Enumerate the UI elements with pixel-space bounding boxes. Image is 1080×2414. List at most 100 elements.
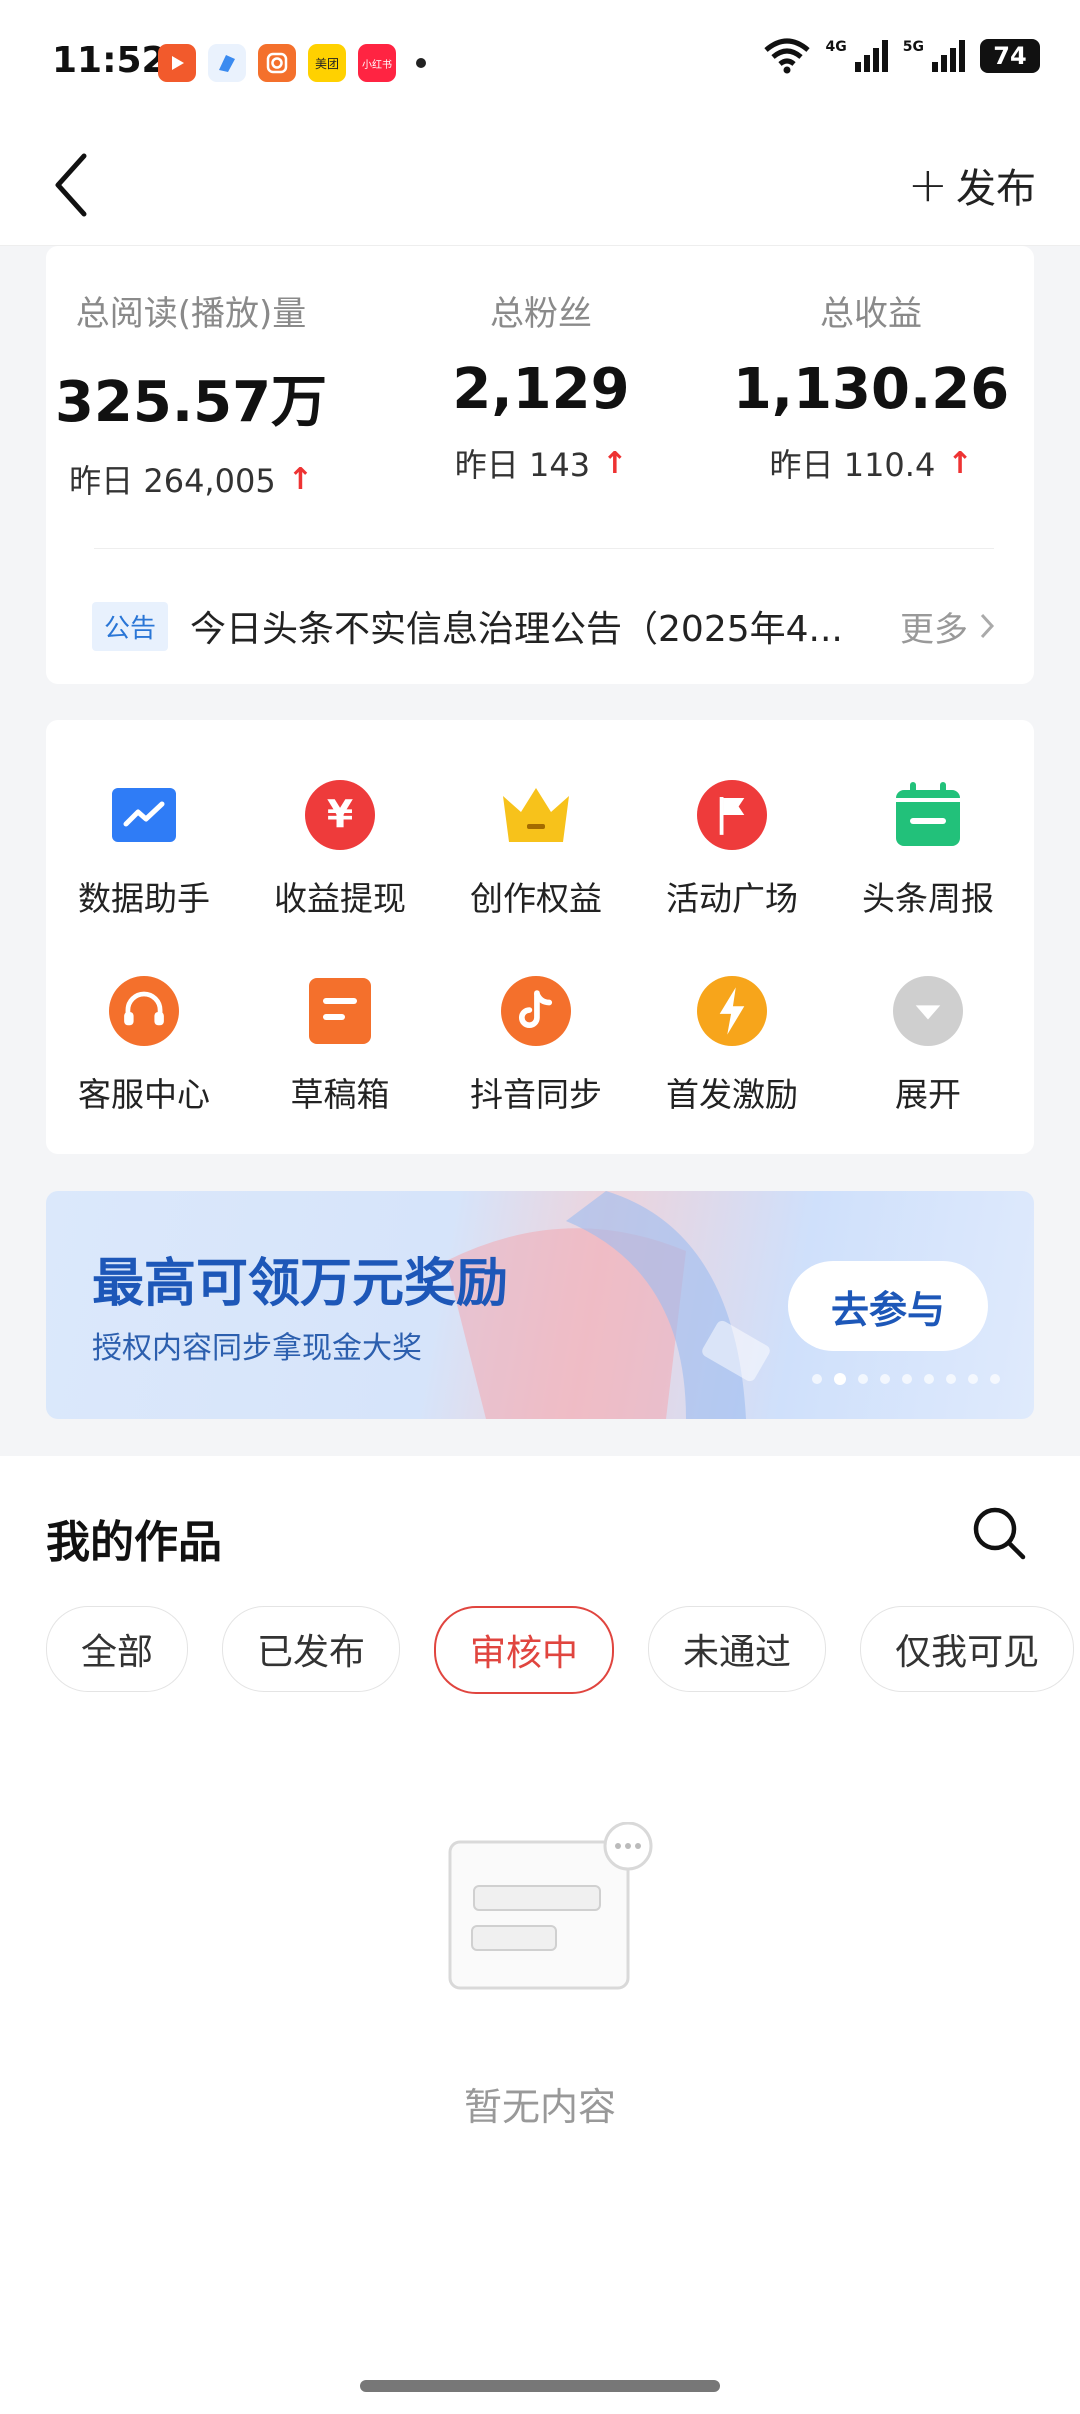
stat-total-fans[interactable]: 总粉丝 2,129 昨日 143 ↑ <box>376 286 706 486</box>
empty-state-text: 暂无内容 <box>463 2085 616 2129</box>
tools-grid: 数据助手 ¥ 收益提现 创作权益 活动广场 头条周报 客服中心 草稿箱 抖音同步… <box>46 720 1034 1154</box>
tool-label: 草稿箱 <box>290 1075 390 1114</box>
stat-total-reads[interactable]: 总阅读(播放)量 325.57万 昨日 264,005 ↑ <box>26 286 356 502</box>
stat-yesterday: 昨日 110.4 ↑ <box>706 440 1036 486</box>
meituan-app-icon: 美团 <box>308 44 346 82</box>
tool-label: 展开 <box>895 1075 961 1114</box>
arrow-up-icon: ↑ <box>947 445 973 481</box>
plus-icon: + <box>907 157 948 213</box>
stat-value: 1,130.26 <box>732 357 1010 422</box>
status-time: 11:52 <box>52 40 167 81</box>
stat-yesterday-text: 昨日 110.4 <box>769 446 936 484</box>
tool-douyin-sync[interactable]: 抖音同步 <box>438 976 634 1116</box>
carousel-dot <box>990 1374 1000 1384</box>
notice-text: 今日头条不实信息治理公告（2025年4... <box>190 609 843 650</box>
tool-first-post-incentive[interactable]: 首发激励 <box>634 976 830 1116</box>
tool-expand[interactable]: 展开 <box>830 976 1026 1116</box>
tool-label: 头条周报 <box>862 879 994 918</box>
divider <box>94 548 994 549</box>
arrow-up-icon: ↑ <box>602 445 628 481</box>
signal-4g-label: 4G <box>825 39 847 55</box>
crown-icon <box>501 780 571 850</box>
search-icon <box>973 1507 1026 1560</box>
douyin-icon <box>501 976 571 1046</box>
carousel-dots <box>812 1373 1000 1385</box>
xiaohongshu-label: 小红书 <box>362 59 392 71</box>
tab-private[interactable]: 仅我可见 <box>860 1606 1075 1692</box>
notice-more-link[interactable]: 更多 <box>900 602 996 651</box>
stat-label: 总粉丝 <box>490 294 592 334</box>
my-works-section: 我的作品 全部 已发布 审核中 未通过 仅我可见 暂无内容 <box>0 1456 1080 2414</box>
svg-text:¥: ¥ <box>327 792 353 836</box>
signal-bars-icon <box>932 40 965 72</box>
draft-icon <box>305 976 375 1046</box>
more-notifications-icon <box>416 58 426 68</box>
carousel-dot <box>924 1374 934 1384</box>
carousel-dot <box>880 1374 890 1384</box>
tool-label: 收益提现 <box>274 879 406 918</box>
stat-total-income[interactable]: 总收益 1,130.26 昨日 110.4 ↑ <box>706 286 1036 486</box>
carousel-dot <box>968 1374 978 1384</box>
carousel-dot <box>834 1373 846 1385</box>
chevron-right-icon <box>980 613 995 639</box>
battery-level: 74 <box>993 42 1027 70</box>
promo-banner[interactable]: 最高可领万元奖励 授权内容同步拿现金大奖 去参与 <box>46 1191 1034 1419</box>
join-button[interactable]: 去参与 <box>788 1261 988 1351</box>
calendar-icon <box>893 780 963 850</box>
stat-yesterday-text: 昨日 143 <box>454 446 591 484</box>
tab-all[interactable]: 全部 <box>46 1606 189 1692</box>
carousel-dot <box>902 1374 912 1384</box>
top-nav: + 发布 <box>0 120 1080 246</box>
signal-5g-label: 5G <box>902 39 924 55</box>
tool-drafts[interactable]: 草稿箱 <box>242 976 438 1116</box>
back-button[interactable] <box>48 150 98 220</box>
stat-yesterday-text: 昨日 264,005 <box>69 462 276 500</box>
notice-bar[interactable]: 公告 今日头条不实信息治理公告（2025年4... 更多 <box>92 591 996 661</box>
tool-creator-benefits[interactable]: 创作权益 <box>438 780 634 920</box>
wifi-icon <box>763 38 810 74</box>
stat-value: 325.57万 <box>54 370 328 435</box>
stats-card: 总阅读(播放)量 325.57万 昨日 264,005 ↑ 总粉丝 2,129 … <box>46 246 1034 684</box>
stat-yesterday: 昨日 264,005 ↑ <box>26 456 356 502</box>
meituan-label: 美团 <box>314 56 339 71</box>
search-button[interactable] <box>970 1504 1028 1562</box>
notice-tag: 公告 <box>92 601 169 651</box>
tool-data-assistant[interactable]: 数据助手 <box>46 780 242 920</box>
headset-icon <box>109 976 179 1046</box>
chart-icon <box>109 780 179 850</box>
expand-icon <box>893 976 963 1046</box>
signal-bars-icon <box>854 40 888 72</box>
status-indicators: 4G 5G 74 <box>762 38 1040 74</box>
filter-tabs: 全部 已发布 审核中 未通过 仅我可见 <box>46 1606 1075 1694</box>
stat-label: 总收益 <box>820 294 922 334</box>
tool-activity-plaza[interactable]: 活动广场 <box>634 780 830 920</box>
camera-app-icon <box>258 44 296 82</box>
section-title: 我的作品 <box>46 1517 222 1568</box>
stat-label: 总阅读(播放)量 <box>75 294 307 334</box>
tool-label: 抖音同步 <box>470 1075 602 1114</box>
tool-customer-service[interactable]: 客服中心 <box>46 976 242 1116</box>
tool-label: 创作权益 <box>470 879 602 918</box>
tool-label: 客服中心 <box>78 1075 210 1114</box>
arrow-up-icon: ↑ <box>287 461 313 497</box>
status-bar: 11:52 美团 小红书 4G 5G 74 <box>0 0 1080 120</box>
home-indicator[interactable] <box>360 2380 720 2392</box>
tool-income-withdraw[interactable]: ¥ 收益提现 <box>242 780 438 920</box>
empty-state-illustration <box>448 1822 653 1990</box>
publish-button[interactable]: + 发布 <box>908 156 1036 214</box>
stat-value: 2,129 <box>452 357 630 422</box>
notification-icons: 美团 小红书 <box>158 44 426 82</box>
tab-published[interactable]: 已发布 <box>222 1606 401 1692</box>
battery-indicator: 74 <box>980 39 1040 73</box>
banner-title: 最高可领万元奖励 <box>92 1254 509 1314</box>
tool-label: 首发激励 <box>666 1075 798 1114</box>
yen-icon: ¥ <box>305 780 375 850</box>
tab-rejected[interactable]: 未通过 <box>648 1606 827 1692</box>
tool-weekly-report[interactable]: 头条周报 <box>830 780 1026 920</box>
tab-under-review[interactable]: 审核中 <box>434 1606 615 1694</box>
publish-label: 发布 <box>956 166 1036 212</box>
xiaohongshu-app-icon: 小红书 <box>358 44 396 82</box>
flag-icon <box>697 780 767 850</box>
video-app-icon <box>158 44 196 82</box>
lightning-icon <box>697 976 767 1046</box>
